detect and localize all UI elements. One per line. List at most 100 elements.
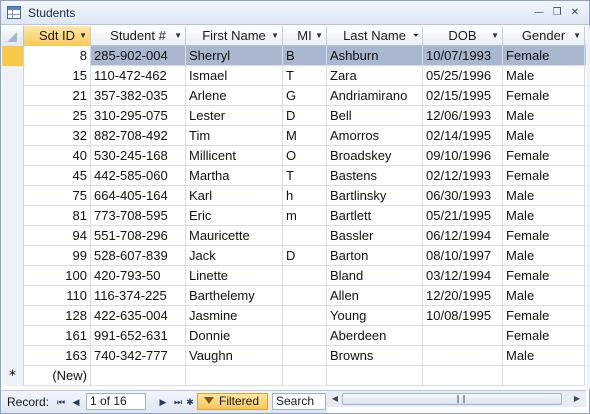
- table-cell[interactable]: Zara: [327, 66, 423, 86]
- next-record-icon[interactable]: ▶: [157, 395, 169, 409]
- table-cell[interactable]: Aberdeen: [327, 326, 423, 346]
- table-cell[interactable]: 21: [24, 86, 91, 106]
- table-cell[interactable]: Ismael: [186, 66, 283, 86]
- table-cell[interactable]: Tim: [186, 126, 283, 146]
- table-row[interactable]: 81 773-708-595 Eric m Bartlett 05/21/1995 Male: [2, 206, 586, 226]
- new-record-cell[interactable]: [283, 366, 327, 386]
- table-cell[interactable]: 530-245-168: [91, 146, 186, 166]
- record-selector[interactable]: [2, 206, 24, 226]
- column-header-sdt-id[interactable]: Sdt ID ▼: [24, 26, 91, 46]
- table-cell[interactable]: 10/07/1993: [423, 46, 503, 66]
- table-cell[interactable]: [283, 226, 327, 246]
- record-selector[interactable]: [2, 286, 24, 306]
- table-cell[interactable]: 551-708-296: [91, 226, 186, 246]
- table-cell[interactable]: Karl: [186, 186, 283, 206]
- table-cell[interactable]: 664-405-164: [91, 186, 186, 206]
- column-header-last-name[interactable]: Last Name ⏷: [327, 26, 423, 46]
- record-selector[interactable]: [2, 146, 24, 166]
- scroll-thumb[interactable]: [342, 393, 562, 405]
- minimize-button[interactable]: —: [532, 7, 546, 19]
- table-cell[interactable]: [423, 326, 503, 346]
- table-cell[interactable]: 12/06/1993: [423, 106, 503, 126]
- table-cell[interactable]: 02/12/1993: [423, 166, 503, 186]
- table-cell[interactable]: Jack: [186, 246, 283, 266]
- record-selector[interactable]: [2, 326, 24, 346]
- table-cell[interactable]: 40: [24, 146, 91, 166]
- table-cell[interactable]: Ashburn: [327, 46, 423, 66]
- table-row[interactable]: 161 991-652-631 Donnie Aberdeen Female: [2, 326, 586, 346]
- dropdown-arrow-icon[interactable]: ▼: [315, 26, 323, 46]
- table-cell[interactable]: 08/10/1997: [423, 246, 503, 266]
- table-cell[interactable]: 03/12/1994: [423, 266, 503, 286]
- table-row[interactable]: 110 116-374-225 Barthelemy Allen 12/20/1995 M…: [2, 286, 586, 306]
- table-cell[interactable]: Bland: [327, 266, 423, 286]
- table-cell[interactable]: 05/25/1996: [423, 66, 503, 86]
- restore-button[interactable]: ❐: [550, 7, 564, 19]
- table-cell[interactable]: 740-342-777: [91, 346, 186, 366]
- table-cell[interactable]: Male: [503, 286, 585, 306]
- table-cell[interactable]: [423, 346, 503, 366]
- table-cell[interactable]: 10/08/1995: [423, 306, 503, 326]
- dropdown-arrow-icon[interactable]: ▼: [174, 26, 182, 46]
- table-cell[interactable]: Female: [503, 146, 585, 166]
- current-record-input[interactable]: 1 of 16: [86, 393, 146, 410]
- table-row[interactable]: 25 310-295-075 Lester D Bell 12/06/1993 Male: [2, 106, 586, 126]
- table-cell[interactable]: 12/20/1995: [423, 286, 503, 306]
- table-cell[interactable]: Allen: [327, 286, 423, 306]
- new-record-row[interactable]: * (New): [2, 366, 586, 386]
- dropdown-arrow-icon[interactable]: ▼: [79, 26, 87, 46]
- table-cell[interactable]: Male: [503, 346, 585, 366]
- first-record-icon[interactable]: ⏮: [55, 395, 67, 409]
- new-record-cell[interactable]: [327, 366, 423, 386]
- filter-icon[interactable]: ⏷: [413, 26, 419, 46]
- last-record-icon[interactable]: ⏭: [172, 395, 184, 409]
- table-cell[interactable]: G: [283, 86, 327, 106]
- column-header-first-name[interactable]: First Name ▼: [186, 26, 283, 46]
- dropdown-arrow-icon[interactable]: ▼: [573, 26, 581, 46]
- table-cell[interactable]: [283, 326, 327, 346]
- table-cell[interactable]: 94: [24, 226, 91, 246]
- table-cell[interactable]: Male: [503, 206, 585, 226]
- table-cell[interactable]: 357-382-035: [91, 86, 186, 106]
- search-input[interactable]: Search: [272, 393, 326, 410]
- table-cell[interactable]: Female: [503, 226, 585, 246]
- table-cell[interactable]: Lester: [186, 106, 283, 126]
- table-cell[interactable]: 161: [24, 326, 91, 346]
- select-all-corner[interactable]: [2, 26, 24, 46]
- table-cell[interactable]: 02/14/1995: [423, 126, 503, 146]
- record-selector[interactable]: [2, 66, 24, 86]
- table-cell[interactable]: D: [283, 246, 327, 266]
- dropdown-arrow-icon[interactable]: ▼: [491, 26, 499, 46]
- record-selector[interactable]: [2, 86, 24, 106]
- table-cell[interactable]: 420-793-50: [91, 266, 186, 286]
- table-cell[interactable]: Barthelemy: [186, 286, 283, 306]
- new-record-icon[interactable]: ✱: [184, 395, 196, 409]
- table-cell[interactable]: 8: [24, 46, 91, 66]
- table-row[interactable]: 32 882-708-492 Tim M Amorros 02/14/1995 Male: [2, 126, 586, 146]
- table-row[interactable]: 45 442-585-060 Martha T Bastens 02/12/1993 Fem…: [2, 166, 586, 186]
- table-cell[interactable]: Bassler: [327, 226, 423, 246]
- table-cell[interactable]: Andriamirano: [327, 86, 423, 106]
- table-cell[interactable]: 81: [24, 206, 91, 226]
- table-cell[interactable]: 882-708-492: [91, 126, 186, 146]
- table-cell[interactable]: Female: [503, 46, 585, 66]
- table-cell[interactable]: O: [283, 146, 327, 166]
- table-cell[interactable]: 310-295-075: [91, 106, 186, 126]
- table-cell[interactable]: Millicent: [186, 146, 283, 166]
- table-row[interactable]: 15 110-472-462 Ismael T Zara 05/25/1996 Male: [2, 66, 586, 86]
- record-selector[interactable]: [2, 306, 24, 326]
- table-cell[interactable]: Vaughn: [186, 346, 283, 366]
- table-cell[interactable]: 06/30/1993: [423, 186, 503, 206]
- table-cell[interactable]: 99: [24, 246, 91, 266]
- table-cell[interactable]: 110: [24, 286, 91, 306]
- table-cell[interactable]: Mauricette: [186, 226, 283, 246]
- table-cell[interactable]: 285-902-004: [91, 46, 186, 66]
- table-cell[interactable]: Male: [503, 126, 585, 146]
- table-cell[interactable]: Female: [503, 86, 585, 106]
- column-header-student-number[interactable]: Student # ▼: [91, 26, 186, 46]
- table-row[interactable]: 94 551-708-296 Mauricette Bassler 06/12/1994…: [2, 226, 586, 246]
- table-row[interactable]: 8 285-902-004 Sherryl B Ashburn 10/07/1993 Fem…: [2, 46, 586, 66]
- table-cell[interactable]: Male: [503, 66, 585, 86]
- new-record-cell[interactable]: [186, 366, 283, 386]
- table-cell[interactable]: Bartlett: [327, 206, 423, 226]
